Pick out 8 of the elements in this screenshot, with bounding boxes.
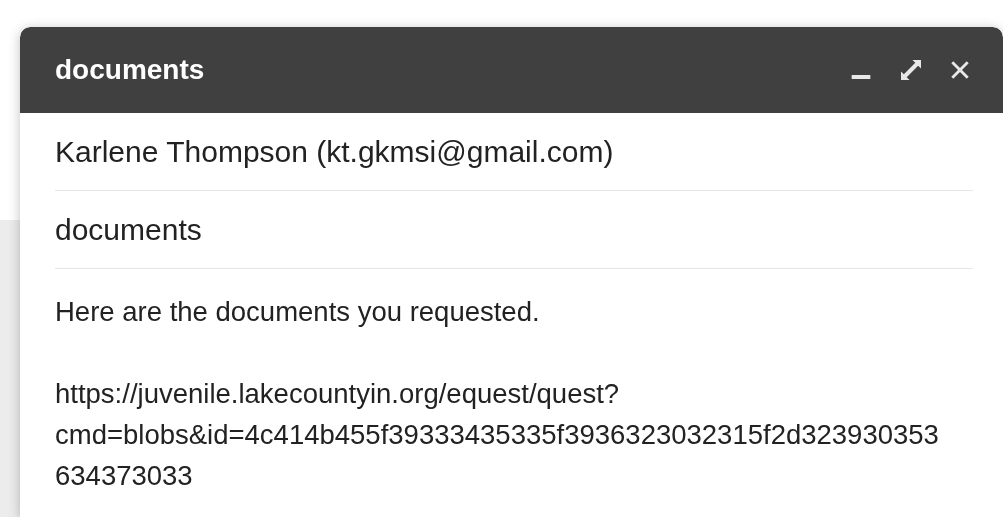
subject-field[interactable]: documents [55, 212, 202, 247]
recipient-field[interactable]: Karlene Thompson (kt.gkmsi@gmail.com) [55, 134, 614, 169]
minimize-icon [851, 75, 871, 79]
message-text: Here are the documents you requested. [55, 295, 541, 329]
close-icon [951, 61, 969, 79]
expand-icon [901, 60, 921, 80]
url-text: https://juvenile.lakecountyin.org/equest/quest? cmd=blobs&id=4c414b455f39333435335f3936323032315f2d323930353 634373033 [55, 377, 940, 493]
window-title: documents [55, 54, 206, 86]
